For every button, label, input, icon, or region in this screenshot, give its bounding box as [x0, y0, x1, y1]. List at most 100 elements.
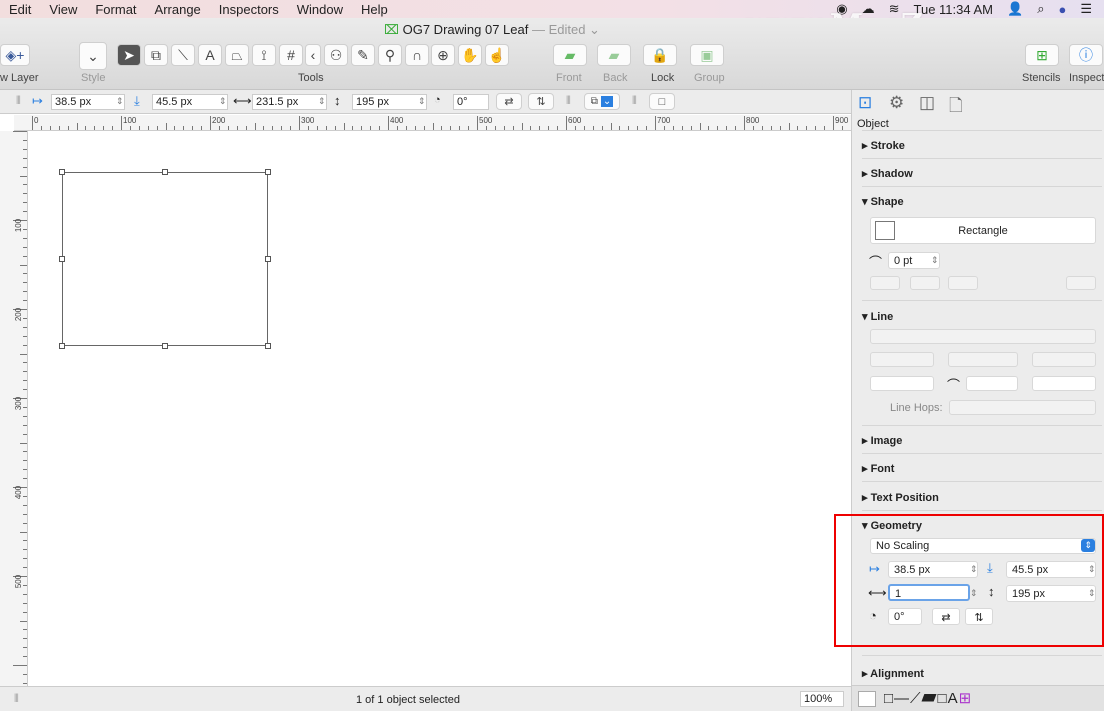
gear-icon[interactable]: ⚙: [889, 93, 904, 113]
line-hops-popup[interactable]: [949, 400, 1096, 415]
width-stepper[interactable]: ⇕: [318, 96, 326, 107]
stencils-button[interactable]: ⊞: [1025, 44, 1059, 66]
height-field[interactable]: 195 px: [352, 94, 427, 110]
stamp-tool[interactable]: ⚲: [378, 44, 402, 66]
shape-tool[interactable]: ⧉: [144, 44, 168, 66]
menu-help[interactable]: Help: [352, 2, 397, 17]
menu-inspectors[interactable]: Inspectors: [210, 2, 288, 17]
zoom-tool[interactable]: ⊕: [431, 44, 455, 66]
search-icon[interactable]: ⌕: [1037, 1, 1044, 17]
front-button[interactable]: ▰: [553, 44, 587, 66]
shape-op-button[interactable]: [870, 276, 900, 290]
flip-vertical-button[interactable]: ⇅: [528, 93, 554, 110]
text-position-section[interactable]: ▸ Text Position: [862, 491, 939, 504]
brush-icon: ✎: [357, 46, 369, 63]
text-tool[interactable]: A: [198, 44, 222, 66]
resize-handle[interactable]: [59, 343, 65, 349]
resize-handle[interactable]: [265, 343, 271, 349]
list-icon[interactable]: ☰: [1080, 1, 1092, 17]
back-button[interactable]: ▰: [597, 44, 631, 66]
bring-front-icon: ▰: [564, 46, 576, 63]
menu-edit[interactable]: Edit: [0, 2, 40, 17]
hand-tool[interactable]: ✋: [458, 44, 482, 66]
style-icons[interactable]: □—⟋▰□A⊞: [884, 689, 972, 707]
menu-arrange[interactable]: Arrange: [146, 2, 210, 17]
menu-view[interactable]: View: [40, 2, 86, 17]
style-button[interactable]: ⌄: [79, 42, 107, 70]
document-inspector-icon[interactable]: 🗋: [949, 93, 963, 122]
document-icon: ⌧: [384, 22, 399, 37]
line-end-popup[interactable]: [1032, 352, 1096, 367]
resize-handle[interactable]: [162, 169, 168, 175]
resize-handle[interactable]: [265, 169, 271, 175]
menu-format[interactable]: Format: [86, 2, 145, 17]
menu-window[interactable]: Window: [288, 2, 352, 17]
inspect-button[interactable]: ⓘ: [1069, 44, 1103, 66]
browse-tool[interactable]: ☝: [485, 44, 509, 66]
height-stepper[interactable]: ⇕: [418, 96, 426, 107]
line-hops-label: Line Hops:: [890, 402, 943, 414]
image-label: Image: [870, 435, 903, 447]
font-section[interactable]: ▸ Font: [862, 462, 894, 475]
line-type-popup[interactable]: [870, 329, 1096, 344]
line-section[interactable]: ▾ Line: [862, 310, 893, 323]
rotation-field[interactable]: 0°: [453, 94, 489, 110]
resize-handle[interactable]: [162, 343, 168, 349]
fill-swatch[interactable]: [858, 691, 876, 707]
pen-tool[interactable]: ⏢: [225, 44, 249, 66]
image-section[interactable]: ▸ Image: [862, 434, 902, 447]
x-field[interactable]: 38.5 px: [51, 94, 125, 110]
font-label: Font: [870, 463, 895, 475]
line-field[interactable]: [870, 376, 934, 391]
lock-button[interactable]: 🔒: [643, 44, 677, 66]
x-position-icon: ↦: [32, 93, 43, 108]
line-field[interactable]: [1032, 376, 1096, 391]
selection-tool[interactable]: ➤: [117, 44, 141, 66]
shape-style-button[interactable]: □: [649, 93, 675, 110]
diagram-tool[interactable]: ⚇: [324, 44, 348, 66]
horizontal-ruler[interactable]: 0 100 200 300 400 500 600 700 800 900: [14, 115, 852, 131]
magnet-tool[interactable]: ∩: [405, 44, 429, 66]
flip-horizontal-button[interactable]: ⇄: [496, 93, 522, 110]
y-field[interactable]: 45.5 px: [152, 94, 228, 110]
shape-op-button[interactable]: [948, 276, 978, 290]
table-tool[interactable]: #: [279, 44, 303, 66]
siri-icon[interactable]: ●: [1058, 2, 1066, 17]
shape-section[interactable]: ▾ Shape: [862, 195, 904, 208]
zoom-field[interactable]: 100%: [800, 691, 844, 707]
group-button[interactable]: ▣: [690, 44, 724, 66]
line-swap-button[interactable]: [948, 352, 1018, 367]
shadow-section[interactable]: ▸ Shadow: [862, 167, 913, 180]
line-radius-field[interactable]: [966, 376, 1018, 391]
new-layer-button[interactable]: ◈+: [0, 44, 30, 66]
pointer-icon: ➤: [123, 46, 135, 63]
line-tool[interactable]: ⟍: [171, 44, 195, 66]
shape-op-button[interactable]: [910, 276, 940, 290]
resize-handle[interactable]: [59, 256, 65, 262]
resize-handle[interactable]: [265, 256, 271, 262]
style-brush-tool[interactable]: ✎: [351, 44, 375, 66]
line-start-popup[interactable]: [870, 352, 934, 367]
point-edit-tool[interactable]: ⟟: [252, 44, 276, 66]
selected-rectangle-shape[interactable]: [62, 172, 268, 346]
shape-op-button[interactable]: [1066, 276, 1096, 290]
user-icon[interactable]: 👤: [1007, 1, 1023, 17]
rotation-knob-icon[interactable]: ◔: [434, 94, 441, 106]
width-field[interactable]: 231.5 px: [252, 94, 327, 110]
grip-icon: ⦀: [632, 95, 637, 107]
alignment-section[interactable]: ▸ Alignment: [862, 667, 924, 680]
y-stepper[interactable]: ⇕: [219, 96, 227, 107]
vertical-ruler[interactable]: 100 200 300 400 500: [0, 131, 28, 686]
square-icon: □: [658, 95, 666, 108]
object-inspector-tab-icon[interactable]: ⊡: [858, 93, 872, 113]
more-tools[interactable]: ‹: [305, 44, 321, 66]
corner-radius-stepper[interactable]: ⇕: [931, 255, 939, 266]
canvas-inspector-icon[interactable]: ◫: [919, 93, 935, 113]
stroke-section[interactable]: ▸ Stroke: [862, 139, 905, 152]
arrange-popup[interactable]: ⧉ ⌄: [584, 93, 620, 110]
group-label: Group: [694, 72, 725, 84]
edited-indicator[interactable]: — Edited ⌄: [532, 22, 600, 37]
resize-handle[interactable]: [59, 169, 65, 175]
shape-picker[interactable]: Rectangle: [870, 217, 1096, 244]
x-stepper[interactable]: ⇕: [116, 96, 124, 107]
